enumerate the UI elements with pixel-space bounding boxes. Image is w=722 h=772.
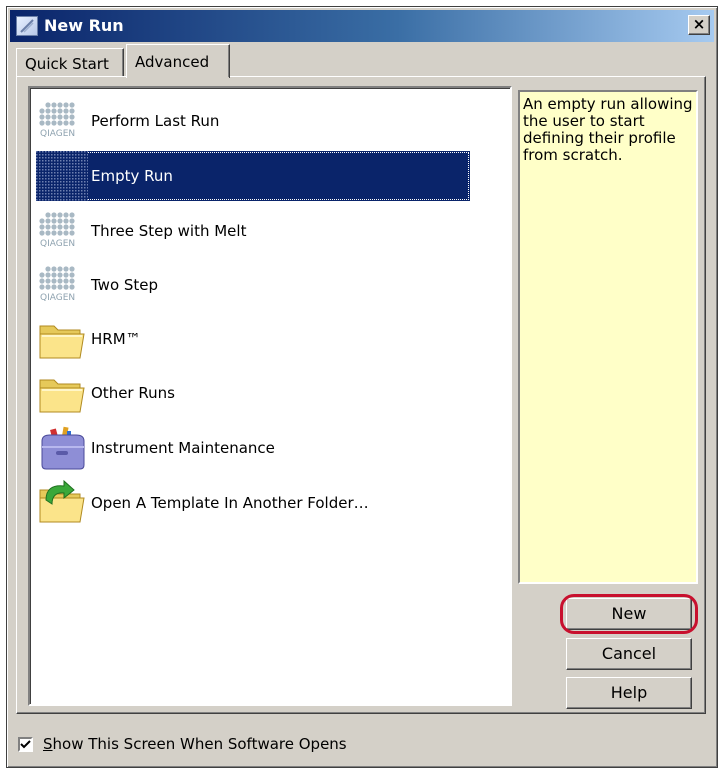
list-item-three-step-with-melt[interactable]: QIAGEN Three Step with Melt [36, 206, 247, 256]
svg-text:QIAGEN: QIAGEN [40, 293, 75, 303]
list-item-other-runs[interactable]: Other Runs [36, 368, 176, 418]
list-item-perform-last-run[interactable]: QIAGEN Perform Last Run [36, 96, 220, 146]
help-button-label: Help [610, 683, 648, 702]
list-item-instrument-maintenance[interactable]: Instrument Maintenance [36, 423, 276, 473]
svg-text:QIAGEN: QIAGEN [40, 129, 75, 139]
folder-icon [36, 314, 88, 364]
folder-open-arrow-icon [36, 478, 88, 528]
list-item-label: Two Step [91, 276, 159, 294]
list-item-open-template-another-folder[interactable]: Open A Template In Another Folder… [36, 478, 370, 528]
folder-icon [36, 368, 88, 418]
template-list[interactable]: QIAGEN Perform Last Run Empty Run QIAGEN… [28, 86, 512, 706]
list-item-label: Other Runs [91, 384, 175, 402]
tab-label: Quick Start [25, 55, 109, 73]
show-on-open-label: Show This Screen When Software Opens [43, 735, 347, 753]
cancel-button[interactable]: Cancel [566, 638, 692, 670]
list-item-label: HRM™ [91, 330, 141, 348]
qiagen-logo-icon [36, 151, 88, 201]
cancel-button-label: Cancel [601, 644, 657, 663]
tab-label: Advanced [135, 53, 210, 71]
help-button[interactable]: Help [566, 677, 692, 709]
tab-quick-start[interactable]: Quick Start [16, 48, 124, 76]
qiagen-logo-icon: QIAGEN [36, 206, 88, 256]
template-description: An empty run allowing the user to start … [518, 90, 698, 584]
tab-advanced[interactable]: Advanced [126, 44, 230, 80]
new-button-label: New [611, 604, 647, 623]
title-bar[interactable]: New Run × [10, 10, 714, 42]
dialog-title: New Run [44, 16, 124, 35]
new-button[interactable]: New [566, 598, 692, 630]
list-item-two-step[interactable]: QIAGEN Two Step [36, 260, 159, 310]
qiagen-logo-icon: QIAGEN [36, 96, 88, 146]
list-item-label: Open A Template In Another Folder… [91, 494, 369, 512]
list-item-empty-run[interactable]: Empty Run [36, 151, 470, 201]
list-item-label: Empty Run [90, 165, 174, 187]
list-item-label: Perform Last Run [91, 112, 220, 130]
toolbox-icon [36, 423, 88, 473]
app-icon [16, 16, 38, 36]
list-item-label: Three Step with Melt [91, 222, 247, 240]
svg-text:QIAGEN: QIAGEN [40, 239, 75, 249]
list-item-hrm[interactable]: HRM™ [36, 314, 142, 364]
checkmark-icon [20, 739, 31, 748]
show-on-open-checkbox[interactable] [18, 736, 33, 752]
qiagen-logo-icon: QIAGEN [36, 260, 88, 310]
close-button[interactable]: × [688, 15, 710, 35]
show-on-open-row[interactable]: Show This Screen When Software Opens [18, 735, 347, 753]
list-item-label: Instrument Maintenance [91, 439, 275, 457]
